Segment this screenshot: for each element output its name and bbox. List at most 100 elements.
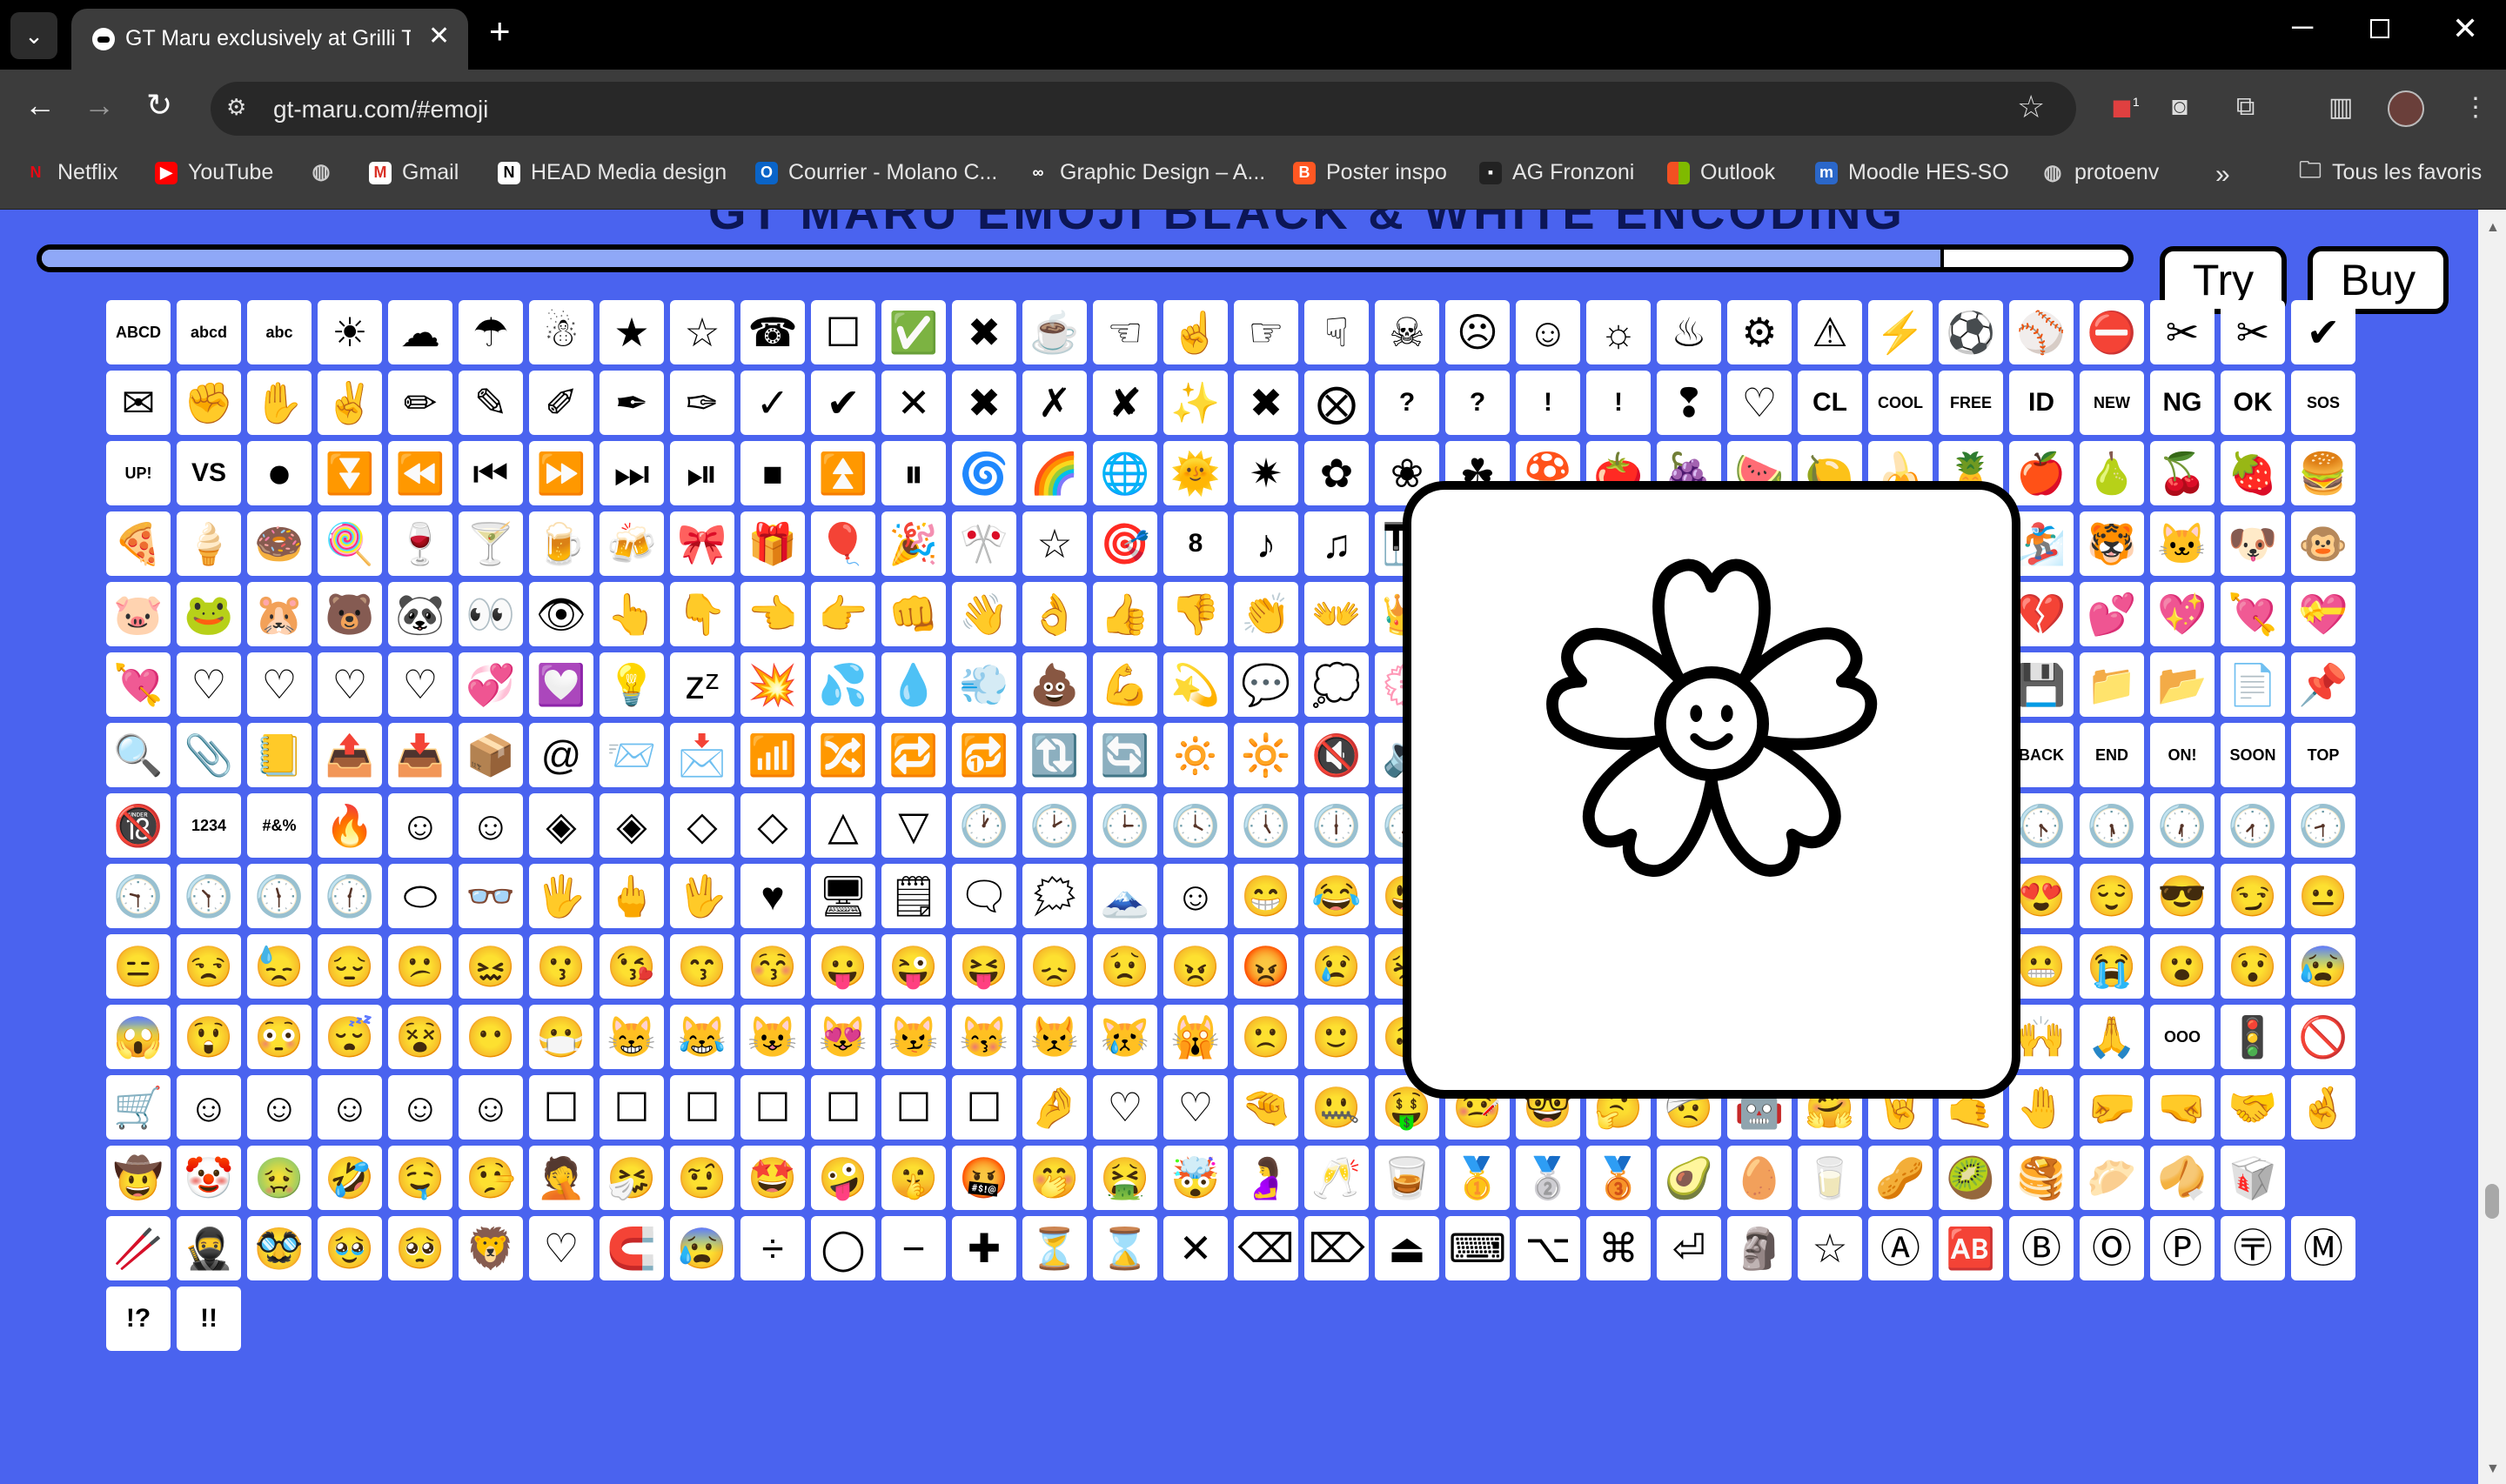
emoji-glyph-cell[interactable]: 🤚 <box>2009 1075 2074 1140</box>
emoji-glyph-cell[interactable]: ☐ <box>600 1075 664 1140</box>
emoji-glyph-cell[interactable]: 🥟 <box>2080 1146 2144 1210</box>
emoji-glyph-cell[interactable]: 👏 <box>1234 582 1298 646</box>
emoji-glyph-cell[interactable]: ☺ <box>459 1075 523 1140</box>
emoji-glyph-cell[interactable]: 1234 <box>177 793 241 858</box>
emoji-glyph-cell[interactable]: 🕦 <box>247 864 312 928</box>
scroll-up-arrow-icon[interactable]: ▲ <box>2486 220 2500 236</box>
emoji-glyph-cell[interactable]: 🐱 <box>2150 511 2215 576</box>
emoji-glyph-cell[interactable]: ⏎ <box>1657 1216 1721 1280</box>
emoji-glyph-cell[interactable]: 😖 <box>459 934 523 999</box>
emoji-glyph-cell[interactable]: 🤭 <box>1022 1146 1087 1210</box>
emoji-glyph-cell[interactable]: 🔅 <box>1163 723 1228 787</box>
bookmark-poster-inspo[interactable]: B Poster inspo <box>1293 160 1447 185</box>
emoji-glyph-cell[interactable]: 🔆 <box>1234 723 1298 787</box>
emoji-glyph-cell[interactable]: 😛 <box>811 934 875 999</box>
emoji-glyph-cell[interactable]: 😗 <box>529 934 593 999</box>
emoji-glyph-cell[interactable]: !? <box>106 1287 171 1351</box>
emoji-glyph-cell[interactable]: ☐ <box>952 1075 1016 1140</box>
emoji-glyph-cell[interactable]: 🙂 <box>1304 1005 1369 1069</box>
active-tab[interactable]: GT Maru exclusively at Grilli Type ✕ <box>71 9 468 70</box>
emoji-glyph-cell[interactable]: 🙀 <box>1163 1005 1228 1069</box>
emoji-glyph-cell[interactable]: 📩 <box>670 723 734 787</box>
emoji-glyph-cell[interactable]: ⌦ <box>1304 1216 1369 1280</box>
emoji-glyph-cell[interactable]: 🍓 <box>2221 441 2285 505</box>
emoji-glyph-cell[interactable]: 🍐 <box>2080 441 2144 505</box>
emoji-glyph-cell[interactable]: 🌀 <box>952 441 1016 505</box>
emoji-glyph-cell[interactable]: 😚 <box>740 934 805 999</box>
site-info-icon[interactable]: ⚙ <box>226 94 246 121</box>
emoji-glyph-cell[interactable]: 🆎 <box>1939 1216 2003 1280</box>
emoji-glyph-cell[interactable]: 💟 <box>529 652 593 717</box>
emoji-glyph-cell[interactable]: 8 <box>1163 511 1228 576</box>
emoji-glyph-cell[interactable]: ♡ <box>1727 371 1792 435</box>
emoji-glyph-cell[interactable]: 📁 <box>2080 652 2144 717</box>
emoji-glyph-cell[interactable]: 🥑 <box>1657 1146 1721 1210</box>
emoji-glyph-cell[interactable]: 🤠 <box>106 1146 171 1210</box>
emoji-glyph-cell[interactable]: ◇ <box>670 793 734 858</box>
extensions-puzzle-icon[interactable]: ⧉ <box>2236 92 2255 122</box>
emoji-glyph-cell[interactable]: 😾 <box>1022 1005 1087 1069</box>
emoji-glyph-cell[interactable]: 💦 <box>811 652 875 717</box>
emoji-glyph-cell[interactable]: 😶 <box>459 1005 523 1069</box>
forward-button[interactable]: → <box>84 87 115 124</box>
emoji-glyph-cell[interactable]: ⏫ <box>811 441 875 505</box>
emoji-glyph-cell[interactable]: 🤯 <box>1163 1146 1228 1210</box>
emoji-glyph-cell[interactable]: ⌥ <box>1516 1216 1580 1280</box>
emoji-glyph-cell[interactable]: ♪ <box>1234 511 1298 576</box>
emoji-glyph-cell[interactable]: ☐ <box>740 1075 805 1140</box>
emoji-glyph-cell[interactable]: 💘 <box>2221 582 2285 646</box>
emoji-glyph-cell[interactable]: ☆ <box>1798 1216 1862 1280</box>
emoji-glyph-cell[interactable]: ✿ <box>1304 441 1369 505</box>
emoji-glyph-cell[interactable]: ⌘ <box>1586 1216 1651 1280</box>
emoji-glyph-cell[interactable]: 💘 <box>106 652 171 717</box>
emoji-glyph-cell[interactable]: ☐ <box>881 1075 946 1140</box>
emoji-glyph-cell[interactable]: ☎ <box>740 300 805 364</box>
emoji-glyph-cell[interactable]: 😭 <box>2080 934 2144 999</box>
emoji-glyph-cell[interactable]: ◈ <box>529 793 593 858</box>
emoji-glyph-cell[interactable]: 🌐 <box>1093 441 1157 505</box>
emoji-glyph-cell[interactable]: ⌛ <box>1093 1216 1157 1280</box>
emoji-glyph-cell[interactable]: ☜ <box>1093 300 1157 364</box>
back-button[interactable]: ← <box>24 87 56 124</box>
emoji-glyph-cell[interactable]: 😴 <box>318 1005 382 1069</box>
emoji-glyph-cell[interactable]: ◈ <box>600 793 664 858</box>
emoji-glyph-cell[interactable]: 👈 <box>740 582 805 646</box>
emoji-glyph-cell[interactable]: 🔍 <box>106 723 171 787</box>
emoji-glyph-cell[interactable]: ◇ <box>740 793 805 858</box>
emoji-glyph-cell[interactable]: 🧲 <box>600 1216 664 1280</box>
reload-button[interactable]: ↻ <box>146 87 172 124</box>
emoji-glyph-cell[interactable]: 😟 <box>1093 934 1157 999</box>
emoji-glyph-cell[interactable]: 🔀 <box>811 723 875 787</box>
emoji-glyph-cell[interactable]: 📌 <box>2291 652 2355 717</box>
emoji-glyph-cell[interactable]: 🕑 <box>1022 793 1087 858</box>
emoji-glyph-cell[interactable]: 😔 <box>318 934 382 999</box>
bookmark-head-media-design[interactable]: N HEAD Media design <box>498 160 727 185</box>
emoji-glyph-cell[interactable]: 🕓 <box>1163 793 1228 858</box>
emoji-glyph-cell[interactable]: 🐹 <box>247 582 312 646</box>
emoji-glyph-cell[interactable]: 📂 <box>2150 652 2215 717</box>
bookmark-star-icon[interactable]: ☆ <box>2017 89 2045 125</box>
emoji-glyph-cell[interactable]: 😓 <box>247 934 312 999</box>
emoji-glyph-cell[interactable]: 〶 <box>2221 1216 2285 1280</box>
emoji-glyph-cell[interactable]: 🤐 <box>1304 1075 1369 1140</box>
emoji-glyph-cell[interactable]: 🍔 <box>2291 441 2355 505</box>
emoji-glyph-cell[interactable]: ☝ <box>1163 300 1228 364</box>
emoji-glyph-cell[interactable]: ♡ <box>529 1216 593 1280</box>
emoji-glyph-cell[interactable]: 💭 <box>1304 652 1369 717</box>
emoji-glyph-cell[interactable]: ☺ <box>388 1075 452 1140</box>
emoji-glyph-cell[interactable]: 😹 <box>670 1005 734 1069</box>
emoji-glyph-cell[interactable]: ✕ <box>1163 1216 1228 1280</box>
emoji-glyph-cell[interactable]: 🤢 <box>247 1146 312 1210</box>
emoji-glyph-cell[interactable]: ÷ <box>740 1216 805 1280</box>
emoji-glyph-cell[interactable]: ⌫ <box>1234 1216 1298 1280</box>
camera-extension-icon[interactable]: ◙ <box>2172 92 2188 122</box>
emoji-glyph-cell[interactable]: ▽ <box>881 793 946 858</box>
emoji-glyph-cell[interactable]: 💬 <box>1234 652 1298 717</box>
emoji-glyph-cell[interactable]: 📥 <box>388 723 452 787</box>
emoji-glyph-cell[interactable]: 🗻 <box>1093 864 1157 928</box>
emoji-glyph-cell[interactable]: Ⓜ <box>2291 1216 2355 1280</box>
bookmark-ag-fronzoni[interactable]: ▪ AG Fronzoni <box>1479 160 1634 185</box>
emoji-glyph-cell[interactable]: 🍕 <box>106 511 171 576</box>
emoji-glyph-cell[interactable]: ✕ <box>881 371 946 435</box>
emoji-glyph-cell[interactable]: 🍭 <box>318 511 382 576</box>
